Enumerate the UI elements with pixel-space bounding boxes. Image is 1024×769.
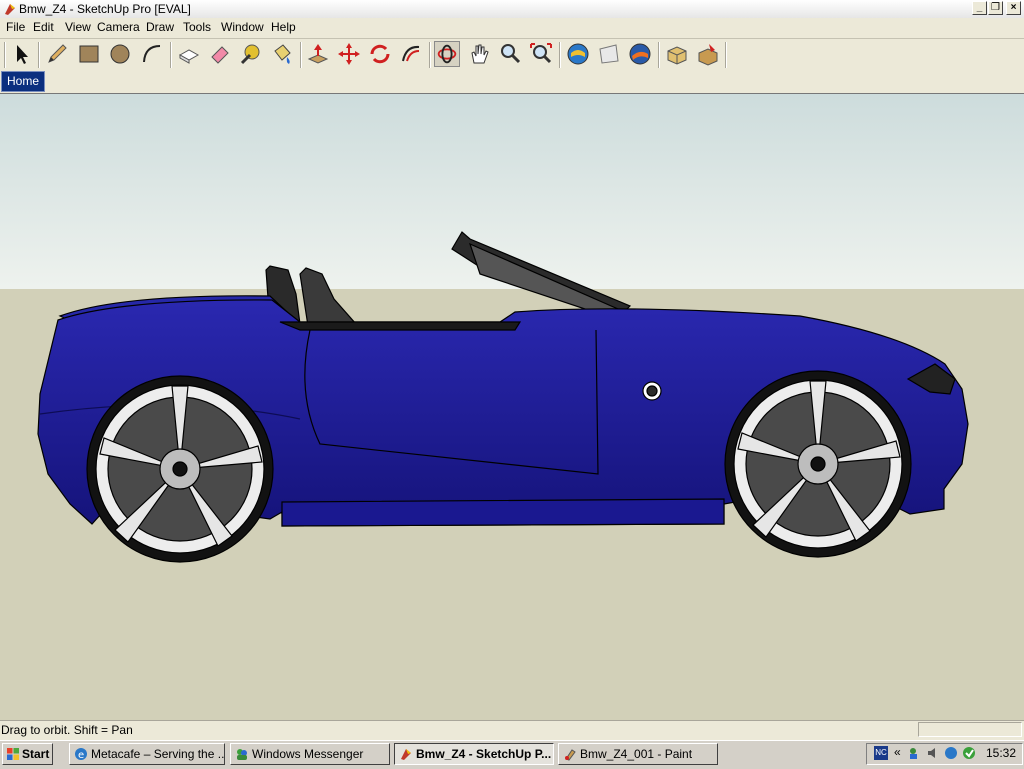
messenger-tray-icon[interactable] [944, 746, 958, 760]
follow-me-icon[interactable] [398, 41, 424, 67]
sound-icon[interactable] [926, 746, 940, 760]
close-button[interactable]: × [1006, 1, 1021, 15]
windows-logo-icon [7, 748, 19, 760]
toolbar-separator [429, 42, 431, 68]
tab-home[interactable]: Home [1, 71, 45, 92]
toolbar-separator [170, 42, 172, 68]
task-label: Windows Messenger [252, 747, 364, 761]
network-icon[interactable] [908, 746, 922, 760]
rear-wheel [86, 375, 274, 563]
toolbar-separator [300, 42, 302, 68]
status-bar [0, 720, 1024, 741]
menu-window[interactable]: Window [221, 20, 264, 34]
paint-bucket-icon[interactable] [269, 41, 295, 67]
restore-button[interactable]: ❐ [988, 1, 1003, 15]
toolbar-separator [658, 42, 660, 68]
menu-tools[interactable]: Tools [183, 20, 211, 34]
task-windows-messenger[interactable]: Windows Messenger [230, 743, 390, 765]
select-icon[interactable] [8, 41, 34, 67]
menu-help[interactable]: Help [271, 20, 296, 34]
tape-measure-icon[interactable] [238, 41, 264, 67]
rotate-icon[interactable] [367, 41, 393, 67]
menu-camera[interactable]: Camera [97, 20, 140, 34]
status-text: Drag to orbit. Shift = Pan [1, 723, 133, 737]
orbit-icon[interactable] [434, 41, 460, 67]
task-label: Bmw_Z4_001 - Paint [580, 747, 693, 761]
tray-expand-icon[interactable]: « [894, 745, 901, 759]
toolbar-separator [559, 42, 561, 68]
task-metacafe[interactable]: e Metacafe – Serving the ... [69, 743, 225, 765]
menu-view[interactable]: View [65, 20, 91, 34]
measurements-box[interactable] [918, 722, 1022, 737]
clock[interactable]: 15:32 [986, 746, 1016, 760]
task-label: Bmw_Z4 - SketchUp P... [416, 747, 552, 761]
circle-icon[interactable] [107, 41, 133, 67]
window-title: Bmw_Z4 - SketchUp Pro [EVAL] [19, 2, 191, 16]
sketchup-icon [401, 749, 411, 760]
pan-icon[interactable] [466, 41, 492, 67]
google-earth-icon[interactable] [627, 41, 653, 67]
nc-icon[interactable]: NC [874, 746, 888, 760]
materials-icon[interactable] [695, 41, 721, 67]
menu-edit[interactable]: Edit [33, 20, 54, 34]
rectangle-icon[interactable] [76, 41, 102, 67]
model-viewport[interactable] [0, 93, 1024, 721]
get-models-icon[interactable] [565, 41, 591, 67]
toolbar-grip [4, 42, 6, 68]
arc-icon[interactable] [139, 41, 165, 67]
sketchup-icon [5, 4, 15, 15]
start-label: Start [22, 747, 50, 761]
ie-icon: e [75, 748, 87, 761]
menu-file[interactable]: File [6, 20, 25, 34]
start-button[interactable]: Start [2, 743, 53, 765]
scene-tab-strip [0, 71, 1024, 94]
push-pull-icon[interactable] [305, 41, 331, 67]
front-wheel [724, 370, 912, 558]
antivirus-icon[interactable] [962, 746, 976, 760]
make-component-icon[interactable] [176, 41, 202, 67]
pencil-icon[interactable] [44, 41, 70, 67]
messenger-icon [237, 749, 247, 760]
eraser-icon[interactable] [207, 41, 233, 67]
share-model-icon[interactable] [596, 41, 622, 67]
toolbar-separator [725, 42, 727, 68]
components-icon[interactable] [664, 41, 690, 67]
task-paint[interactable]: Bmw_Z4_001 - Paint [558, 743, 718, 765]
toolbar-separator [38, 42, 40, 68]
task-sketchup[interactable]: Bmw_Z4 - SketchUp P... [394, 743, 554, 765]
minimize-button[interactable]: _ [972, 1, 987, 15]
move-icon[interactable] [336, 41, 362, 67]
zoom-icon[interactable] [497, 41, 523, 67]
zoom-extents-icon[interactable] [528, 41, 554, 67]
svg-text:e: e [78, 750, 84, 761]
paint-icon [565, 749, 576, 761]
menu-draw[interactable]: Draw [146, 20, 174, 34]
task-label: Metacafe – Serving the ... [91, 747, 225, 761]
